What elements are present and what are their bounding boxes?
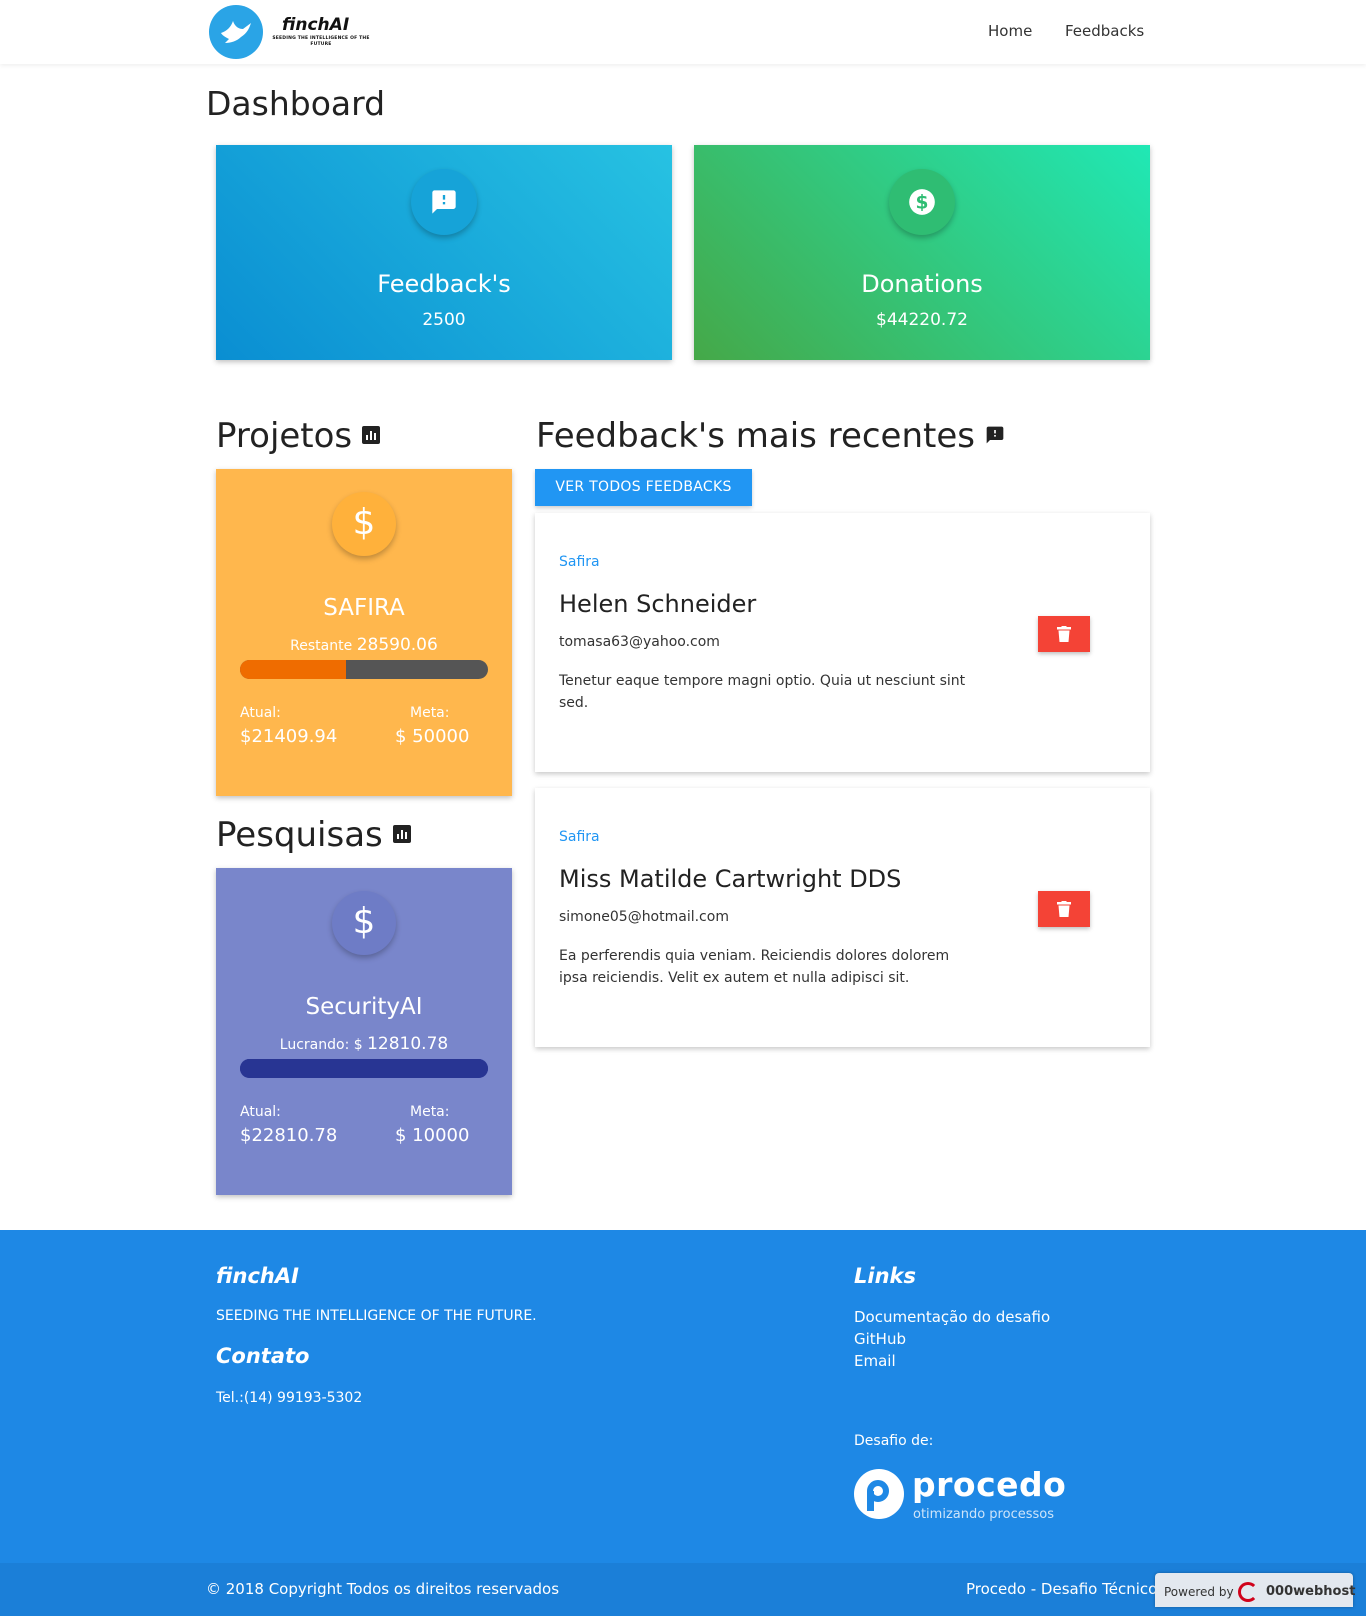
feedback-project-link[interactable]: Safira [559, 554, 600, 570]
dollar-icon: $ [332, 492, 396, 556]
feedbacks-title: Feedback's mais recentes [536, 416, 975, 456]
procedo-subtitle: otimizando processos [913, 1507, 1054, 1522]
feedback-card: Safira Miss Matilde Cartwright DDS simon… [535, 788, 1150, 1047]
footer-link-email[interactable]: Email [854, 1352, 896, 1370]
powered-name: 000webhost [1266, 1584, 1356, 1599]
feedback-message: Tenetur eaque tempore magni optio. Quia … [559, 673, 966, 711]
profit-value: 12810.78 [367, 1034, 449, 1054]
page-title: Dashboard [206, 84, 386, 123]
project-name: SecurityAI [305, 994, 423, 1020]
view-all-feedbacks-button[interactable]: VER TODOS FEEDBACKS [535, 469, 752, 506]
brand-name: finchAI [282, 15, 350, 35]
svg-text:$: $ [916, 192, 929, 213]
project-card-securityai[interactable]: $ SecurityAI Lucrando: $ 12810.78 Atual:… [216, 868, 512, 1195]
feedback-author-name: Miss Matilde Cartwright DDS [559, 865, 902, 893]
meta-value: $ 50000 [395, 726, 470, 747]
projetos-heading: Projetos [216, 416, 381, 456]
procedo-name: procedo [912, 1465, 1067, 1504]
feedback-card: Safira Helen Schneider tomasa63@yahoo.co… [535, 513, 1150, 772]
powered-label: Powered by [1164, 1585, 1234, 1599]
powered-by-badge[interactable]: Powered by 000webhost [1155, 1573, 1356, 1607]
feedback-email: tomasa63@yahoo.com [559, 634, 720, 650]
atual-value: $21409.94 [240, 726, 338, 747]
trash-icon [1057, 901, 1071, 917]
donations-stat-label: Donations [861, 270, 983, 298]
progress-bar [240, 660, 488, 679]
procedo-p-icon [854, 1469, 904, 1519]
atual-label: Atual: [240, 705, 281, 721]
atual-label: Atual: [240, 1104, 281, 1120]
nav-feedbacks-link[interactable]: Feedbacks [1065, 22, 1144, 40]
pesquisas-heading: Pesquisas [216, 815, 411, 855]
remaining-value: 28590.06 [356, 635, 438, 655]
feedbacks-stat-card: Feedback's 2500 [216, 145, 672, 360]
feedbacks-heading: Feedback's mais recentes [536, 416, 1005, 456]
feedback-icon [411, 169, 477, 235]
feedback-message: Ea perferendis quia veniam. Reiciendis d… [559, 948, 950, 986]
feedbacks-stat-label: Feedback's [377, 270, 511, 298]
feedback-email: simone05@hotmail.com [559, 909, 729, 925]
atual-value: $22810.78 [240, 1125, 338, 1146]
project-card-safira[interactable]: $ SAFIRA Restante 28590.06 Atual: $21409… [216, 469, 512, 796]
projetos-title: Projetos [216, 416, 353, 456]
footer-link-documentacao[interactable]: Documentação do desafio [854, 1308, 1050, 1326]
pesquisas-title: Pesquisas [216, 815, 383, 855]
meta-label: Meta: [410, 1104, 450, 1120]
meta-label: Meta: [410, 705, 450, 721]
project-name: SAFIRA [323, 595, 405, 621]
footer-contato-title: Contato [216, 1344, 310, 1368]
footer-tagline: SEEDING THE INTELLIGENCE OF THE FUTURE. [216, 1308, 537, 1324]
bar-chart-icon [392, 824, 411, 843]
footer-phone: Tel.:(14) 99193-5302 [216, 1390, 363, 1406]
feedback-icon [985, 425, 1005, 445]
dollar-icon: $ [889, 169, 955, 235]
profit-label: Lucrando: $ [279, 1037, 363, 1053]
delete-feedback-button[interactable] [1038, 891, 1090, 927]
footer-brand: finchAI [216, 1264, 299, 1288]
progress-bar [240, 1059, 488, 1078]
project-profit: Lucrando: $ 12810.78 [216, 1034, 512, 1054]
meta-value: $ 10000 [395, 1125, 470, 1146]
feedbacks-stat-value: 2500 [422, 310, 466, 330]
trash-icon [1057, 626, 1071, 642]
bird-icon [209, 5, 263, 59]
footer-links-title: Links [854, 1264, 916, 1288]
donations-stat-card: $ Donations $44220.72 [694, 145, 1150, 360]
delete-feedback-button[interactable] [1038, 616, 1090, 652]
feedback-project-link[interactable]: Safira [559, 829, 600, 845]
footer-desafio-label: Desafio de: [854, 1433, 934, 1449]
brand-tagline: SEEDING THE INTELLIGENCE OF THE FUTURE [272, 36, 370, 47]
footer-procedo-link[interactable]: Procedo - Desafio Técnico [966, 1580, 1157, 1598]
project-remaining: Restante 28590.06 [216, 635, 512, 655]
donations-stat-value: $44220.72 [876, 310, 968, 330]
progress-fill [240, 1059, 488, 1078]
nav-home-link[interactable]: Home [988, 22, 1032, 40]
procedo-logo[interactable]: procedo otimizando processos [854, 1465, 1074, 1529]
footer-link-github[interactable]: GitHub [854, 1330, 906, 1348]
remaining-label: Restante [290, 638, 353, 654]
dollar-icon: $ [332, 891, 396, 955]
feedback-author-name: Helen Schneider [559, 590, 757, 618]
bar-chart-icon [362, 425, 381, 444]
footer: finchAI SEEDING THE INTELLIGENCE OF THE … [0, 1230, 1366, 1616]
footer-copyright: © 2018 Copyright Todos os direitos reser… [206, 1580, 560, 1598]
navbar: finchAI SEEDING THE INTELLIGENCE OF THE … [0, 0, 1366, 64]
brand-logo[interactable]: finchAI SEEDING THE INTELLIGENCE OF THE … [209, 5, 369, 59]
progress-fill [240, 660, 347, 679]
webhost-logo-icon [1238, 1582, 1258, 1602]
